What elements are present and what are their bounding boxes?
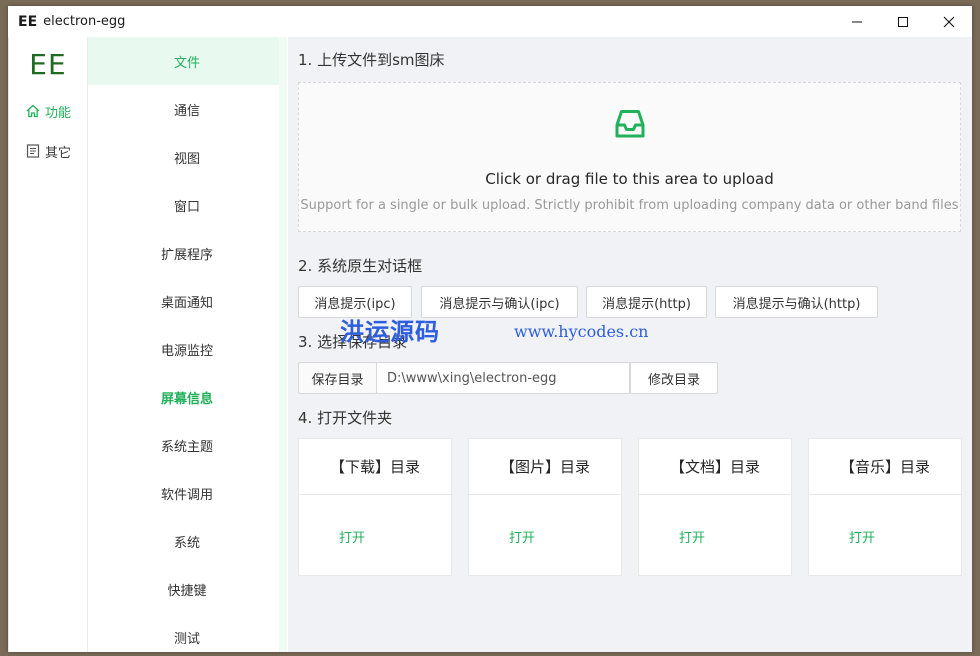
menu-item-file[interactable]: 文件 bbox=[88, 37, 286, 85]
close-button[interactable] bbox=[926, 6, 972, 37]
menu-item-test[interactable]: 测试 bbox=[88, 613, 286, 652]
menu-scrollbar[interactable] bbox=[279, 37, 287, 652]
menu-item-extensions[interactable]: 扩展程序 bbox=[88, 229, 286, 277]
menu-item-power-monitor[interactable]: 电源监控 bbox=[88, 325, 286, 373]
card-title: 【下载】目录 bbox=[299, 439, 451, 495]
upload-hint: Support for a single or bulk upload. Str… bbox=[300, 198, 959, 213]
inbox-icon bbox=[615, 110, 645, 138]
folder-card-pictures: 【图片】目录 打开 bbox=[468, 438, 622, 576]
window-controls bbox=[834, 6, 972, 37]
message-http-button[interactable]: 消息提示(http) bbox=[586, 286, 707, 318]
content-area: 1. 上传文件到sm图床 Click or drag file to this … bbox=[288, 37, 972, 652]
folder-card-documents: 【文档】目录 打开 bbox=[638, 438, 792, 576]
save-dir-input[interactable]: D:\www\xing\electron-egg bbox=[376, 362, 630, 394]
watermark-text: 洪运源码 bbox=[340, 317, 440, 346]
section-title-upload: 1. 上传文件到sm图床 bbox=[298, 51, 445, 69]
menu-item-window[interactable]: 窗口 bbox=[88, 181, 286, 229]
menu-item-communication[interactable]: 通信 bbox=[88, 85, 286, 133]
minimize-button[interactable] bbox=[834, 6, 880, 37]
watermark-url: www.hycodes.cn bbox=[514, 322, 649, 341]
section-title-open-folder: 4. 打开文件夹 bbox=[298, 409, 393, 427]
title-bar[interactable]: EE electron-egg bbox=[8, 6, 972, 37]
window-title: electron-egg bbox=[43, 14, 126, 29]
save-dir-addon: 保存目录 bbox=[298, 362, 377, 394]
upload-dropzone[interactable]: Click or drag file to this area to uploa… bbox=[298, 82, 961, 232]
primary-sidebar: EE 功能 其它 bbox=[8, 37, 88, 652]
secondary-menu: 文件 通信 视图 窗口 扩展程序 桌面通知 电源监控 屏幕信息 系统主题 软件调… bbox=[88, 37, 287, 652]
document-icon bbox=[26, 144, 40, 158]
minimize-icon bbox=[852, 21, 862, 22]
folder-card-downloads: 【下载】目录 打开 bbox=[298, 438, 452, 576]
section-title-dialogs: 2. 系统原生对话框 bbox=[298, 257, 423, 275]
close-icon bbox=[943, 16, 955, 27]
nav-item-label: 其它 bbox=[45, 145, 72, 161]
open-documents-link[interactable]: 打开 bbox=[679, 527, 705, 546]
change-dir-button[interactable]: 修改目录 bbox=[630, 362, 718, 394]
folder-card-music: 【音乐】目录 打开 bbox=[808, 438, 962, 576]
menu-item-theme[interactable]: 系统主题 bbox=[88, 421, 286, 469]
nav-item-other[interactable]: 其它 bbox=[9, 131, 87, 171]
app-window: EE electron-egg EE 功能 其它 文件 通信 视图 窗口 扩展程… bbox=[8, 6, 972, 652]
menu-item-shortcuts[interactable]: 快捷键 bbox=[88, 565, 286, 613]
maximize-button[interactable] bbox=[880, 6, 926, 37]
confirm-http-button[interactable]: 消息提示与确认(http) bbox=[715, 286, 878, 318]
card-title: 【图片】目录 bbox=[469, 439, 621, 495]
menu-item-view[interactable]: 视图 bbox=[88, 133, 286, 181]
open-pictures-link[interactable]: 打开 bbox=[509, 527, 535, 546]
brand-logo: EE bbox=[29, 47, 67, 81]
nav-item-features[interactable]: 功能 bbox=[9, 91, 87, 131]
open-downloads-link[interactable]: 打开 bbox=[339, 527, 365, 546]
menu-item-notification[interactable]: 桌面通知 bbox=[88, 277, 286, 325]
menu-item-screen-info[interactable]: 屏幕信息 bbox=[88, 373, 286, 421]
maximize-icon bbox=[898, 16, 908, 27]
menu-item-system[interactable]: 系统 bbox=[88, 517, 286, 565]
menu-item-software-call[interactable]: 软件调用 bbox=[88, 469, 286, 517]
home-icon bbox=[26, 104, 40, 118]
app-body: EE 功能 其它 文件 通信 视图 窗口 扩展程序 桌面通知 电源监控 屏幕信息… bbox=[8, 37, 972, 652]
confirm-ipc-button[interactable]: 消息提示与确认(ipc) bbox=[421, 286, 578, 318]
card-title: 【音乐】目录 bbox=[809, 439, 961, 495]
nav-item-label: 功能 bbox=[45, 105, 72, 121]
app-logo: EE bbox=[18, 13, 38, 30]
open-music-link[interactable]: 打开 bbox=[849, 527, 875, 546]
upload-instruction: Click or drag file to this area to uploa… bbox=[485, 170, 774, 188]
card-title: 【文档】目录 bbox=[639, 439, 791, 495]
